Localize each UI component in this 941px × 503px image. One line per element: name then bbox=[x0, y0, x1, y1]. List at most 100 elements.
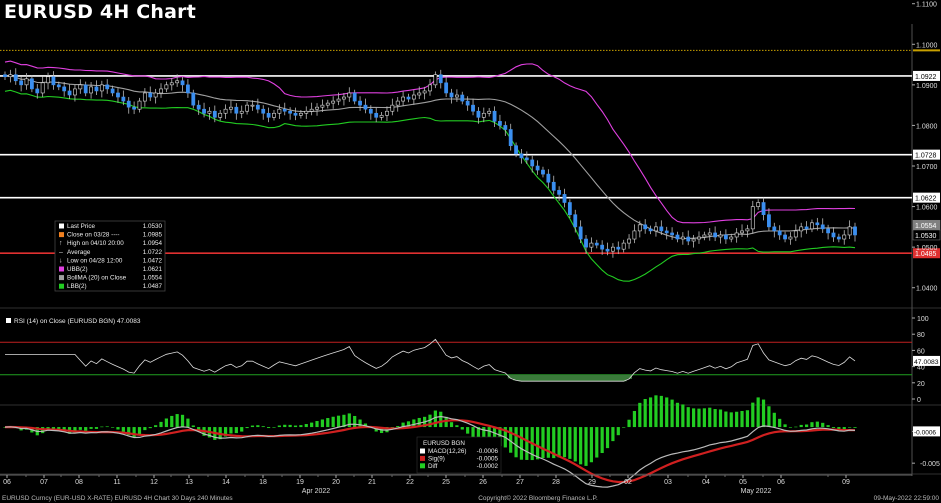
candle-body bbox=[535, 165, 540, 171]
candle-body bbox=[519, 153, 524, 159]
candle-body bbox=[589, 242, 594, 248]
candle-body bbox=[573, 214, 578, 228]
macd-diff-bar bbox=[826, 425, 830, 428]
macd-diff-bar bbox=[735, 411, 739, 428]
macd-diff-bar bbox=[622, 427, 626, 428]
candle-body bbox=[180, 80, 185, 86]
candle-body bbox=[734, 232, 739, 238]
macd-diff-bar bbox=[675, 402, 680, 428]
candle-body bbox=[761, 202, 766, 215]
legend-marker-icon: – bbox=[59, 249, 63, 256]
candle-body bbox=[611, 246, 615, 252]
macd-diff-bar bbox=[175, 414, 179, 428]
candle-body bbox=[428, 84, 432, 92]
macd-diff-bar bbox=[261, 426, 265, 428]
macd-diff-bar bbox=[831, 427, 836, 428]
macd-legend-label: Sig(9) bbox=[428, 455, 445, 462]
macd-diff-bar bbox=[105, 426, 109, 428]
legend-label: Average bbox=[67, 249, 91, 256]
candle-body bbox=[320, 104, 325, 108]
x-month-label: Apr 2022 bbox=[302, 488, 331, 495]
macd-diff-bar bbox=[568, 427, 572, 459]
x-tick-label: 27 bbox=[516, 479, 524, 486]
price-tick-label: 1.0600 bbox=[916, 205, 938, 212]
candle-body bbox=[401, 96, 406, 102]
x-tick-label: 03 bbox=[664, 479, 672, 486]
candle-body bbox=[406, 96, 411, 100]
candle-body bbox=[304, 110, 309, 114]
macd-legend-swatch bbox=[420, 448, 425, 454]
x-tick-label: 08 bbox=[75, 479, 83, 486]
average-axis-marker bbox=[913, 49, 940, 52]
price-tick-label: 1.0800 bbox=[916, 123, 938, 130]
price-tick-label: 1.0700 bbox=[916, 164, 938, 171]
candle-body bbox=[288, 110, 293, 114]
macd-legend-swatch bbox=[420, 455, 425, 461]
candle-body bbox=[212, 110, 217, 118]
candle-body bbox=[745, 228, 750, 232]
candle-body bbox=[767, 214, 771, 228]
candle-body bbox=[239, 110, 244, 114]
x-tick-label: 09 bbox=[842, 479, 850, 486]
candle-body bbox=[56, 84, 61, 88]
macd-legend-title: EURUSD BGN bbox=[423, 440, 465, 447]
candle-body bbox=[234, 106, 239, 114]
rsi-last-label: 47.0083 bbox=[914, 359, 939, 366]
legend-value: 1.0722 bbox=[143, 249, 163, 256]
candle-body bbox=[562, 194, 567, 203]
candle-body bbox=[836, 236, 841, 240]
macd-diff-bar bbox=[804, 424, 809, 428]
candle-body bbox=[385, 110, 389, 116]
candle-body bbox=[643, 224, 648, 230]
macd-diff-bar bbox=[245, 427, 249, 429]
macd-diff-bar bbox=[460, 427, 464, 430]
legend-value: 1.0530 bbox=[143, 223, 163, 230]
macd-diff-bar bbox=[525, 427, 529, 460]
candle-body bbox=[3, 74, 7, 78]
rsi-oversold-fill bbox=[507, 374, 632, 382]
candle-body bbox=[132, 106, 137, 110]
macd-diff-bar bbox=[573, 427, 577, 462]
macd-diff-bar bbox=[186, 418, 190, 428]
x-tick-label: 04 bbox=[702, 479, 710, 486]
macd-diff-bar bbox=[288, 424, 292, 428]
candle-body bbox=[465, 100, 470, 106]
macd-diff-bar bbox=[697, 408, 701, 428]
candle-body bbox=[772, 226, 777, 232]
candle-body bbox=[67, 90, 72, 96]
candle-body bbox=[277, 108, 282, 114]
candle-body bbox=[266, 112, 271, 118]
macd-diff-bar bbox=[821, 422, 825, 428]
candle-body bbox=[557, 190, 562, 195]
eurusd-chart: 1.0922 1.0728 1.0622 1.0485 1.1100 1.1000 1.0… bbox=[0, 2, 941, 502]
candle-body bbox=[148, 92, 153, 98]
macd-diff-bar bbox=[761, 399, 766, 428]
candle-body bbox=[223, 108, 228, 114]
x-tick-label: 11 bbox=[113, 479, 120, 486]
macd-diff-bar bbox=[514, 427, 518, 458]
rsi-tick-label: 0 bbox=[917, 397, 921, 404]
rsi-swatch bbox=[6, 318, 11, 323]
macd-diff-bar bbox=[665, 397, 669, 428]
candle-body bbox=[487, 110, 492, 114]
macd-diff-bar bbox=[353, 415, 357, 428]
macd-diff-bar bbox=[358, 419, 362, 428]
candle-body bbox=[578, 226, 583, 240]
macd-diff-bar bbox=[535, 427, 540, 460]
candle-body bbox=[740, 230, 744, 234]
x-tick-label: 06 bbox=[777, 479, 785, 486]
candle-body bbox=[379, 114, 384, 118]
candle-body bbox=[411, 94, 416, 100]
candle-body bbox=[390, 104, 395, 112]
macd-diff-bar bbox=[336, 415, 341, 428]
macd-diff-bar bbox=[110, 427, 115, 428]
macd-diff-bar bbox=[234, 427, 238, 434]
macd-diff-bar bbox=[562, 427, 567, 458]
candle-body bbox=[654, 226, 658, 232]
macd-diff-bar bbox=[740, 411, 744, 428]
candle-body bbox=[51, 76, 56, 86]
candle-body bbox=[175, 80, 180, 84]
macd-diff-bar bbox=[848, 427, 852, 428]
candle-body bbox=[777, 230, 782, 236]
candle-body bbox=[207, 110, 212, 114]
